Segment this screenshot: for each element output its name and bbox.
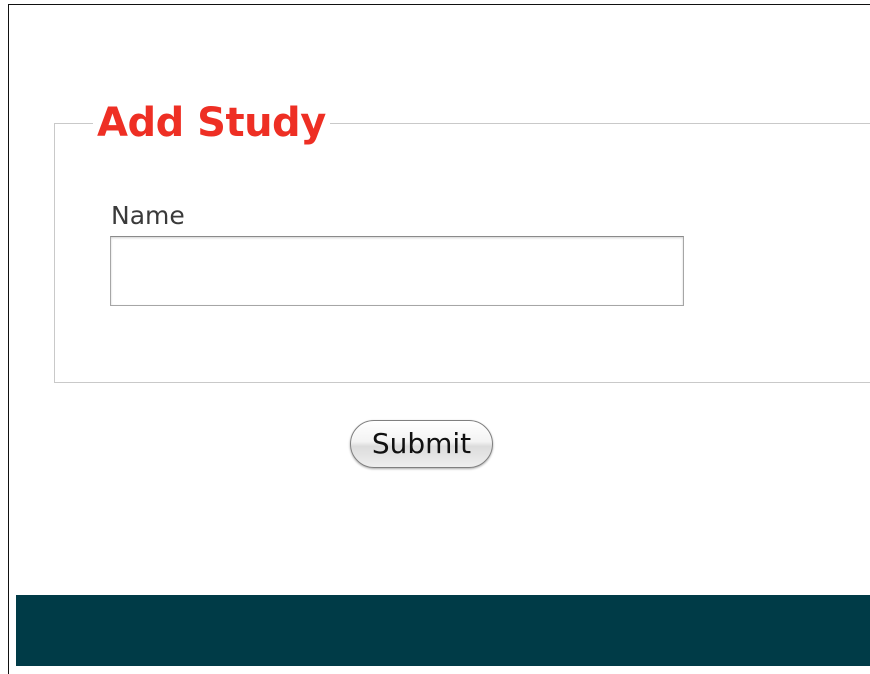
name-input[interactable] [110, 236, 684, 306]
fieldset-legend: Add Study [93, 98, 330, 148]
footer-bar [16, 595, 870, 666]
submit-button[interactable]: Submit [350, 420, 493, 468]
name-label: Name [111, 201, 185, 230]
